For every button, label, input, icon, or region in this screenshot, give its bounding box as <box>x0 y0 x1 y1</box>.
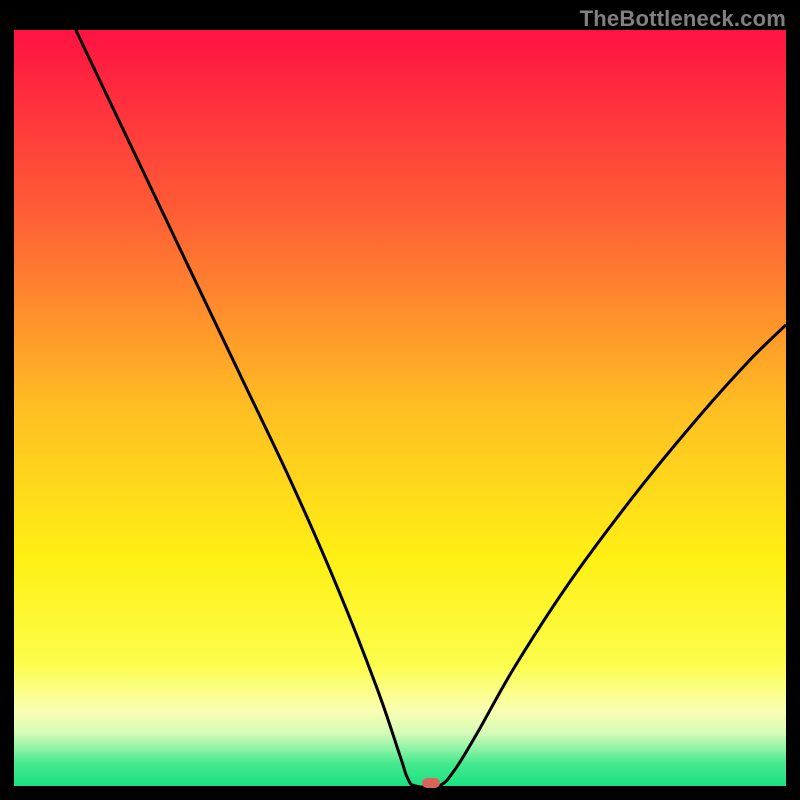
optimal-point-marker <box>422 778 440 788</box>
watermark-label: TheBottleneck.com <box>580 6 786 32</box>
plot-area <box>14 30 786 786</box>
heat-gradient <box>14 30 786 786</box>
chart-frame: TheBottleneck.com <box>0 0 800 800</box>
